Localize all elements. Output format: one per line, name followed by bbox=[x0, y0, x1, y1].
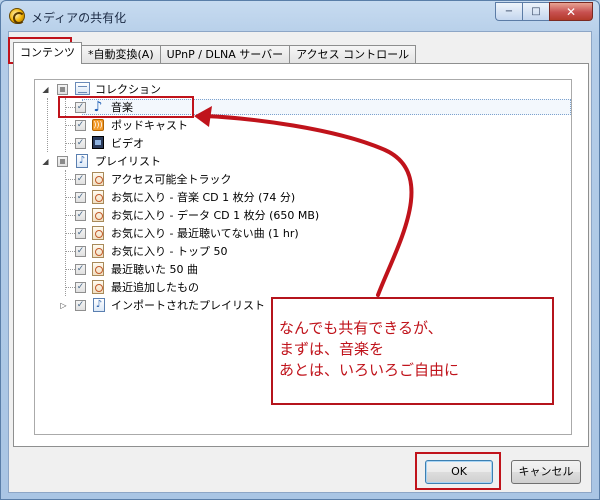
tree-node-label: お気に入り - データ CD 1 枚分 (650 MB) bbox=[111, 209, 320, 222]
title-bar[interactable]: メディアの共有化 − □ ✕ bbox=[1, 1, 599, 31]
tree-node-label: 音楽 bbox=[111, 101, 133, 114]
podcast-icon: ))) bbox=[92, 119, 104, 131]
imported-playlists-checkbox[interactable]: ✓ bbox=[75, 299, 86, 311]
tree-node-label: インポートされたプレイリスト bbox=[111, 299, 265, 312]
music-note-icon: ♪ bbox=[93, 98, 103, 115]
annotation-line: まずは、音楽を bbox=[279, 340, 385, 358]
minimize-button[interactable]: − bbox=[495, 2, 522, 21]
auto-playlist-icon bbox=[92, 208, 104, 222]
tree-node-label: アクセス可能全トラック bbox=[111, 173, 232, 186]
tree-node-video[interactable]: ✓ ビデオ bbox=[35, 134, 571, 152]
expand-arrow-icon[interactable]: ◢ bbox=[41, 85, 50, 94]
cancel-button[interactable]: キャンセル bbox=[511, 460, 581, 484]
dialog-client: コンテンツ *自動変換(A) UPnP / DLNA サーバー アクセス コント… bbox=[8, 31, 592, 493]
collection-checkbox[interactable] bbox=[57, 83, 68, 95]
playlist-item-checkbox[interactable]: ✓ bbox=[75, 227, 86, 239]
tree-node-collection[interactable]: ◢ コレクション bbox=[35, 80, 571, 98]
media-app-icon bbox=[9, 8, 25, 24]
auto-playlist-icon bbox=[92, 190, 104, 204]
playlist-item-checkbox[interactable]: ✓ bbox=[75, 245, 86, 257]
playlist-icon: ♪ bbox=[76, 154, 88, 168]
podcast-checkbox[interactable]: ✓ bbox=[75, 119, 86, 131]
tree-node-label: コレクション bbox=[95, 83, 161, 96]
dialog-window: メディアの共有化 − □ ✕ コンテンツ *自動変換(A) UPnP / DLN… bbox=[0, 0, 600, 500]
tree-node-label: お気に入り - 最近聴いてない曲 (1 hr) bbox=[111, 227, 299, 240]
tab-strip: コンテンツ *自動変換(A) UPnP / DLNA サーバー アクセス コント… bbox=[13, 42, 417, 64]
tree-node-label: 最近追加したもの bbox=[111, 281, 199, 294]
expand-arrow-icon[interactable]: ◢ bbox=[41, 157, 50, 166]
tree-node-playlists[interactable]: ◢ ♪ プレイリスト bbox=[35, 152, 571, 170]
playlist-item-checkbox[interactable]: ✓ bbox=[75, 191, 86, 203]
video-checkbox[interactable]: ✓ bbox=[75, 137, 86, 149]
window-title: メディアの共有化 bbox=[31, 11, 127, 25]
annotation-callout: なんでも共有できるが、 まずは、音楽を あとは、いろいろご自由に bbox=[271, 297, 554, 405]
tree-node-playlist-item[interactable]: ✓ 最近聴いた 50 曲 bbox=[35, 260, 571, 278]
collection-icon bbox=[75, 82, 90, 95]
tree-node-label: プレイリスト bbox=[95, 155, 161, 168]
tree-node-playlist-item[interactable]: ✓ お気に入り - 最近聴いてない曲 (1 hr) bbox=[35, 224, 571, 242]
video-icon bbox=[92, 136, 104, 149]
playlists-checkbox[interactable] bbox=[57, 155, 68, 167]
tree-node-label: お気に入り - トップ 50 bbox=[111, 245, 228, 258]
tab-upnp-dlna-server[interactable]: UPnP / DLNA サーバー bbox=[159, 45, 291, 64]
auto-playlist-icon bbox=[92, 244, 104, 258]
tree-node-label: お気に入り - 音楽 CD 1 枚分 (74 分) bbox=[111, 191, 296, 204]
tree-node-music[interactable]: ✓ ♪ 音楽 bbox=[35, 98, 571, 116]
ok-button[interactable]: OK bbox=[425, 460, 493, 484]
tree-node-label: ポッドキャスト bbox=[111, 119, 188, 132]
music-checkbox[interactable]: ✓ bbox=[75, 101, 86, 113]
playlist-item-checkbox[interactable]: ✓ bbox=[75, 281, 86, 293]
tree-node-playlist-item[interactable]: ✓ アクセス可能全トラック bbox=[35, 170, 571, 188]
tab-auto-convert[interactable]: *自動変換(A) bbox=[81, 45, 161, 64]
collapse-arrow-icon[interactable]: ▷ bbox=[59, 301, 68, 310]
tree-node-playlist-item[interactable]: ✓ 最近追加したもの bbox=[35, 278, 571, 296]
tree-node-playlist-item[interactable]: ✓ お気に入り - データ CD 1 枚分 (650 MB) bbox=[35, 206, 571, 224]
close-button[interactable]: ✕ bbox=[549, 2, 593, 21]
auto-playlist-icon bbox=[92, 172, 104, 186]
auto-playlist-icon bbox=[92, 280, 104, 294]
tab-access-control[interactable]: アクセス コントロール bbox=[289, 45, 417, 64]
playlist-item-checkbox[interactable]: ✓ bbox=[75, 263, 86, 275]
tree-node-podcast[interactable]: ✓ ))) ポッドキャスト bbox=[35, 116, 571, 134]
tree-node-label: ビデオ bbox=[111, 137, 144, 150]
playlist-item-checkbox[interactable]: ✓ bbox=[75, 209, 86, 221]
playlist-item-checkbox[interactable]: ✓ bbox=[75, 173, 86, 185]
auto-playlist-icon bbox=[92, 226, 104, 240]
tree-node-playlist-item[interactable]: ✓ お気に入り - 音楽 CD 1 枚分 (74 分) bbox=[35, 188, 571, 206]
maximize-button[interactable]: □ bbox=[522, 2, 549, 21]
auto-playlist-icon bbox=[92, 262, 104, 276]
playlist-icon: ♪ bbox=[93, 298, 105, 312]
tab-contents[interactable]: コンテンツ bbox=[13, 42, 82, 64]
annotation-line: あとは、いろいろご自由に bbox=[279, 361, 460, 379]
tree-node-label: 最近聴いた 50 曲 bbox=[111, 263, 198, 276]
window-controls: − □ ✕ bbox=[495, 2, 593, 22]
tree-node-playlist-item[interactable]: ✓ お気に入り - トップ 50 bbox=[35, 242, 571, 260]
annotation-line: なんでも共有できるが、 bbox=[279, 319, 443, 337]
